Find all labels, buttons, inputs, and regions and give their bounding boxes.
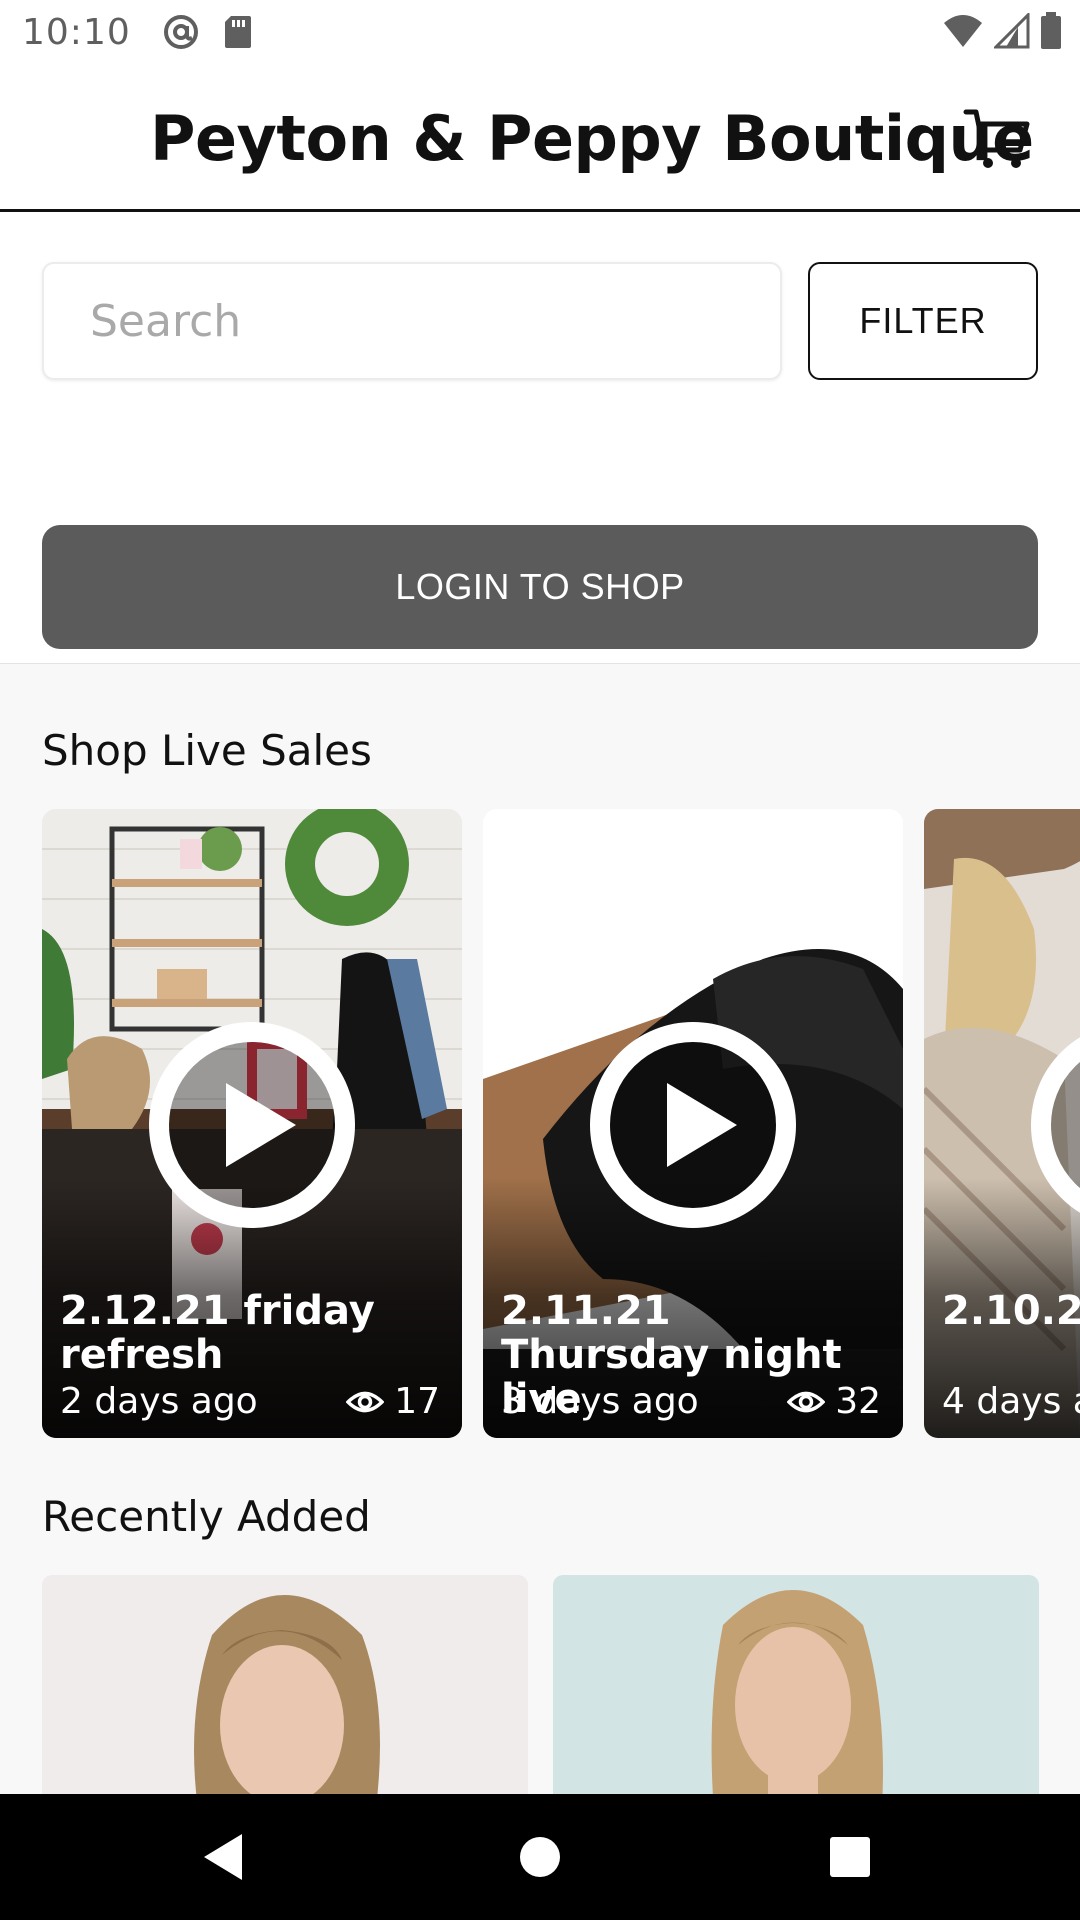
page-title: Peyton & Peppy Boutique — [150, 102, 1034, 175]
live-sale-time: 4 days a — [942, 1381, 1080, 1422]
play-icon[interactable] — [146, 1019, 358, 1231]
wifi-icon — [944, 15, 982, 47]
system-icons — [942, 12, 1062, 50]
system-nav-bar — [0, 1794, 1080, 1920]
back-icon[interactable] — [190, 1822, 260, 1892]
live-sale-title: 2.10.21 — [942, 1288, 1080, 1334]
live-sale-card[interactable]: 2.12.21 friday refresh 2 days ago 17 — [42, 809, 462, 1438]
live-sale-meta: 3 days ago 32 — [501, 1381, 881, 1422]
battery-icon — [1041, 12, 1061, 49]
live-sale-time: 3 days ago — [501, 1381, 699, 1422]
cart-icon — [963, 109, 1030, 168]
view-count-value: 32 — [835, 1381, 881, 1422]
live-sale-meta: 4 days a — [942, 1381, 1080, 1422]
status-bar: 10:10 — [0, 0, 1080, 64]
status-time: 10:10 — [22, 11, 131, 53]
live-sale-card[interactable]: 2.11.21 Thursday night live 3 days ago 3… — [483, 809, 903, 1438]
filter-button[interactable]: FILTER — [808, 262, 1038, 380]
recently-added-heading: Recently Added — [42, 1492, 371, 1541]
live-sale-time: 2 days ago — [60, 1381, 258, 1422]
home-icon[interactable] — [505, 1822, 575, 1892]
cellular-signal-icon — [994, 13, 1030, 49]
play-icon[interactable] — [587, 1019, 799, 1231]
search-box[interactable] — [42, 262, 782, 380]
app-screen: 10:10 Peyton & Peppy Boutique Search FIL… — [0, 0, 1080, 1920]
login-to-shop-button[interactable]: LOGIN TO SHOP — [42, 525, 1038, 649]
view-count-value: 17 — [394, 1381, 440, 1422]
play-icon[interactable] — [1028, 1019, 1080, 1231]
top-panel: FILTER LOGIN TO SHOP — [0, 212, 1080, 664]
live-sale-title: 2.12.21 friday refresh — [60, 1288, 375, 1378]
live-sale-card[interactable]: 2.10.21 4 days a — [924, 809, 1080, 1438]
eye-icon — [346, 1391, 385, 1412]
sd-card-icon — [224, 16, 251, 48]
cart-button[interactable] — [962, 104, 1032, 174]
view-count: 17 — [346, 1381, 440, 1422]
view-count: 32 — [787, 1381, 881, 1422]
app-header: Peyton & Peppy Boutique — [0, 64, 1080, 212]
at-sign-icon — [163, 15, 198, 49]
live-sales-heading: Shop Live Sales — [42, 726, 372, 775]
search-input[interactable] — [90, 295, 780, 347]
live-sale-meta: 2 days ago 17 — [60, 1381, 440, 1422]
eye-icon — [787, 1391, 826, 1412]
recents-icon[interactable] — [815, 1822, 885, 1892]
notification-icons — [161, 12, 253, 52]
